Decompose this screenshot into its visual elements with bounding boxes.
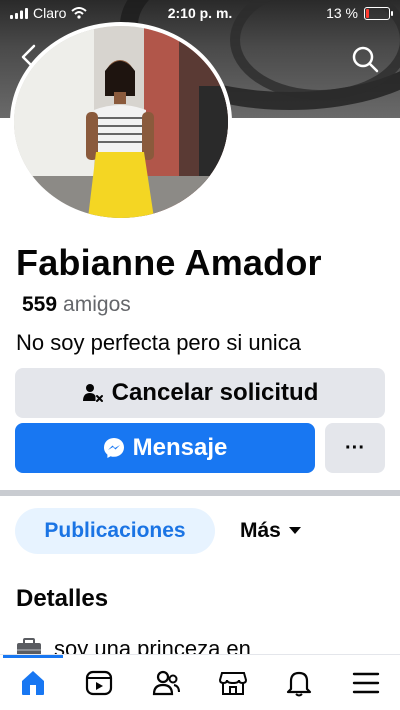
battery-group: 13 % <box>326 5 393 21</box>
messenger-icon <box>103 438 124 458</box>
nav-marketplace[interactable] <box>213 663 253 703</box>
tab-more[interactable]: Más <box>240 508 301 554</box>
bell-icon <box>286 671 312 697</box>
section-divider <box>0 490 400 496</box>
search-icon <box>352 46 379 73</box>
message-label: Mensaje <box>132 434 228 461</box>
marketplace-icon <box>218 672 248 695</box>
tab-more-label: Más <box>240 519 281 542</box>
cancel-friend-request-icon <box>82 384 103 402</box>
friends-icon <box>152 670 180 696</box>
tab-posts-label: Publicaciones <box>44 519 186 542</box>
bottom-nav <box>0 654 400 710</box>
search-button[interactable] <box>350 44 380 74</box>
cancel-request-label: Cancelar solicitud <box>111 379 319 406</box>
nav-menu[interactable] <box>346 663 386 703</box>
profile-bio: No soy perfecta pero si unica <box>16 330 301 355</box>
caret-down-icon <box>288 527 301 534</box>
nav-home[interactable] <box>13 663 53 703</box>
more-options-button[interactable]: ··· <box>325 423 385 473</box>
details-heading: Detalles <box>16 585 109 612</box>
message-button[interactable]: Mensaje <box>15 423 315 473</box>
profile-name: Fabianne Amador <box>16 242 322 283</box>
friends-count[interactable]: 559 amigos <box>22 293 131 317</box>
video-icon <box>85 670 113 696</box>
battery-percent: 13 % <box>326 5 358 21</box>
tab-posts[interactable]: Publicaciones <box>15 508 215 554</box>
battery-icon <box>364 6 393 20</box>
friends-number: 559 <box>22 293 58 316</box>
menu-icon <box>352 672 380 694</box>
nav-video[interactable] <box>79 663 119 703</box>
profile-picture[interactable] <box>10 22 232 222</box>
battery-level <box>366 8 369 18</box>
nav-notifications[interactable] <box>279 663 319 703</box>
active-tab-indicator <box>3 655 63 658</box>
profile-photo <box>14 26 228 218</box>
home-icon <box>22 671 44 695</box>
status-bar: Claro 2:10 p. m. 13 % <box>0 0 400 26</box>
more-options-label: ··· <box>345 436 365 459</box>
friends-label: amigos <box>63 293 131 316</box>
nav-friends[interactable] <box>146 663 186 703</box>
cancel-request-button[interactable]: Cancelar solicitud <box>15 368 385 418</box>
